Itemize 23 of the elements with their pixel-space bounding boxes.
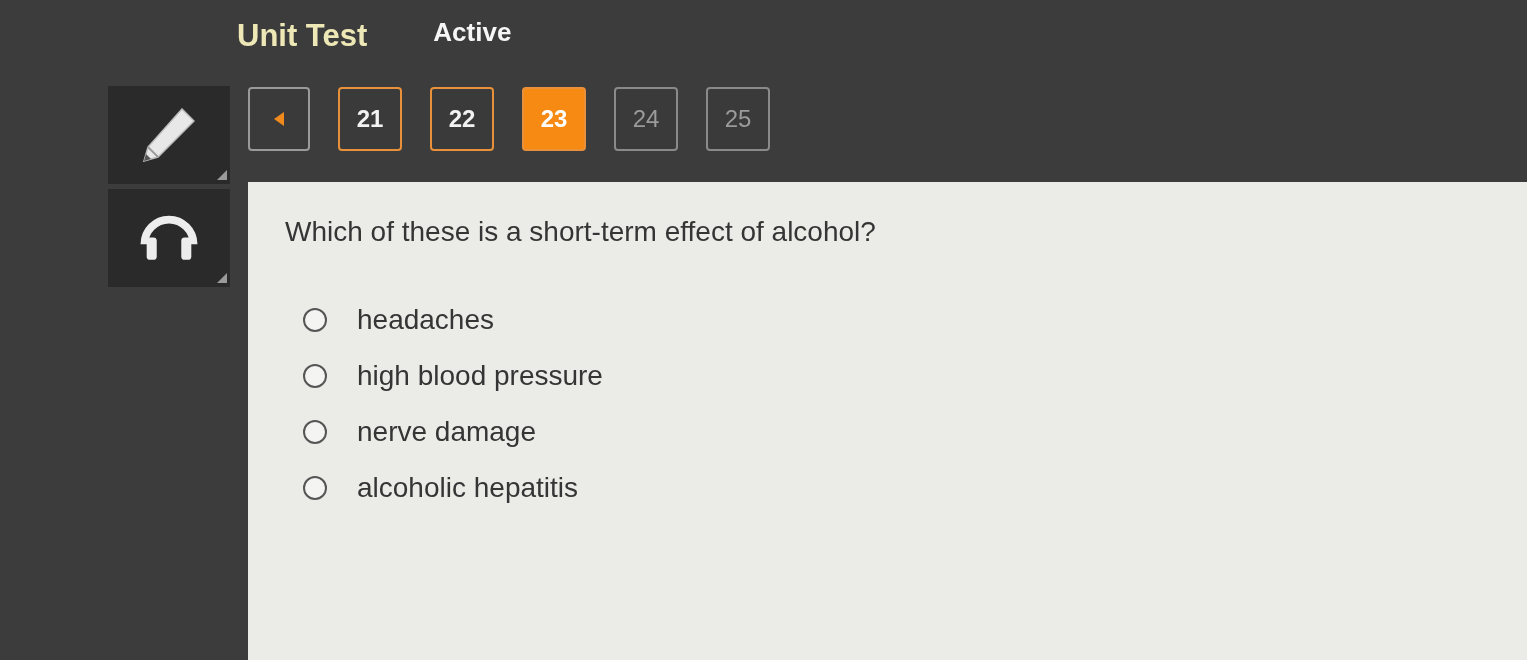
- question-text: Which of these is a short-term effect of alcohol?: [285, 216, 876, 248]
- radio-button[interactable]: [303, 420, 327, 444]
- corner-triangle-icon: [217, 170, 227, 180]
- radio-button[interactable]: [303, 476, 327, 500]
- test-title: Unit Test: [237, 18, 368, 54]
- answer-option[interactable]: high blood pressure: [303, 360, 603, 392]
- headphones-tool-button[interactable]: [108, 189, 230, 287]
- pencil-tool-button[interactable]: [108, 86, 230, 184]
- left-triangle-icon: [274, 112, 284, 126]
- corner-triangle-icon: [217, 273, 227, 283]
- question-number-button[interactable]: 21: [338, 87, 402, 151]
- answer-option[interactable]: alcoholic hepatitis: [303, 472, 579, 504]
- question-number-button[interactable]: 22: [430, 87, 494, 151]
- previous-button[interactable]: [248, 87, 310, 151]
- headphones-icon: [140, 215, 198, 261]
- radio-button[interactable]: [303, 364, 327, 388]
- question-number-button[interactable]: 25: [706, 87, 770, 151]
- radio-button[interactable]: [303, 308, 327, 332]
- answer-option[interactable]: headaches: [303, 304, 494, 336]
- question-number-button[interactable]: 24: [614, 87, 678, 151]
- pencil-icon: [143, 108, 195, 162]
- answer-option[interactable]: nerve damage: [303, 416, 536, 448]
- test-status: Active: [433, 16, 512, 48]
